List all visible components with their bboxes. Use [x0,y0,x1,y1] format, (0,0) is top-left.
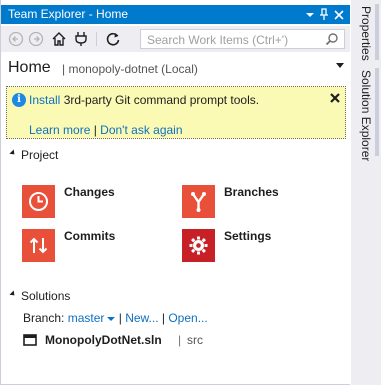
window-title: Team Explorer - Home [8,7,129,21]
project-section-header[interactable]: Project [1,146,350,164]
branches-link[interactable]: Branches [224,184,279,200]
dont-ask-again-link[interactable]: Don't ask again [100,123,182,137]
collapse-triangle-icon[interactable] [9,290,17,298]
search-icon[interactable] [325,32,339,46]
branch-separator-2: | [158,311,169,325]
toolbar: Search Work Items (Ctrl+') [1,26,350,52]
branch-selector[interactable]: master [68,311,105,325]
info-link-separator: | [90,123,101,137]
info-close-icon[interactable] [329,89,341,112]
open-solution-link[interactable]: Open... [168,311,207,325]
solution-directory: src [187,333,203,347]
title-bar: Team Explorer - Home [1,5,350,24]
solution-explorer-tab[interactable]: Solution Explorer [359,70,373,161]
solutions-section-label: Solutions [21,289,71,303]
home-header: Home | monopoly-dotnet (Local) [1,55,350,81]
properties-tab-indicator [375,4,379,60]
forward-icon[interactable] [28,31,44,47]
learn-more-link[interactable]: Learn more [29,123,90,137]
repository-context: | monopoly-dotnet (Local) [62,62,198,76]
project-section-label: Project [21,148,59,162]
info-bar: i Install 3rd-party Git command prompt t… [6,86,346,139]
info-message: Install 3rd-party Git command prompt too… [29,92,259,108]
new-solution-link[interactable]: New... [125,311,158,325]
changes-link[interactable]: Changes [64,184,115,200]
home-icon[interactable] [51,31,67,47]
branch-separator-1: | [115,311,126,325]
branch-line: Branch: master | New... | Open... [23,310,208,326]
properties-tab[interactable]: Properties [359,6,373,61]
settings-tile-icon[interactable] [182,229,215,262]
close-icon[interactable] [332,7,346,22]
info-links: Learn more | Don't ask again [29,122,183,138]
settings-link[interactable]: Settings [224,228,271,244]
solution-separator: | [178,333,182,347]
dropdown-arrow-icon[interactable] [303,7,317,22]
pin-icon[interactable] [317,7,331,22]
info-message-text: 3rd-party Git command prompt tools. [60,93,260,107]
page-title: Home [8,59,51,76]
solutions-section-header[interactable]: Solutions [1,287,350,305]
info-icon: i [12,93,26,107]
branch-label: Branch: [23,311,68,325]
commits-link[interactable]: Commits [64,228,115,244]
changes-tile-icon[interactable] [22,185,55,218]
solution-explorer-tab-indicator [375,68,379,156]
branches-tile-icon[interactable] [182,185,215,218]
search-placeholder: Search Work Items (Ctrl+') [147,33,289,47]
install-link[interactable]: Install [29,93,60,107]
right-dock: Properties Solution Explorer [351,0,381,385]
back-icon[interactable] [8,31,24,47]
toolbar-separator [96,32,97,46]
connect-icon[interactable] [73,31,89,47]
search-work-items-input[interactable]: Search Work Items (Ctrl+') [140,29,345,49]
refresh-icon[interactable] [105,31,121,47]
commits-tile-icon[interactable] [22,229,55,262]
collapse-triangle-icon[interactable] [9,149,17,157]
solution-file-icon [23,333,37,347]
team-explorer-panel: Team Explorer - Home Search Work Items (… [0,0,350,385]
solution-name[interactable]: MonopolyDotNet.sln [45,332,162,348]
navigation-dropdown-icon[interactable] [336,63,344,68]
